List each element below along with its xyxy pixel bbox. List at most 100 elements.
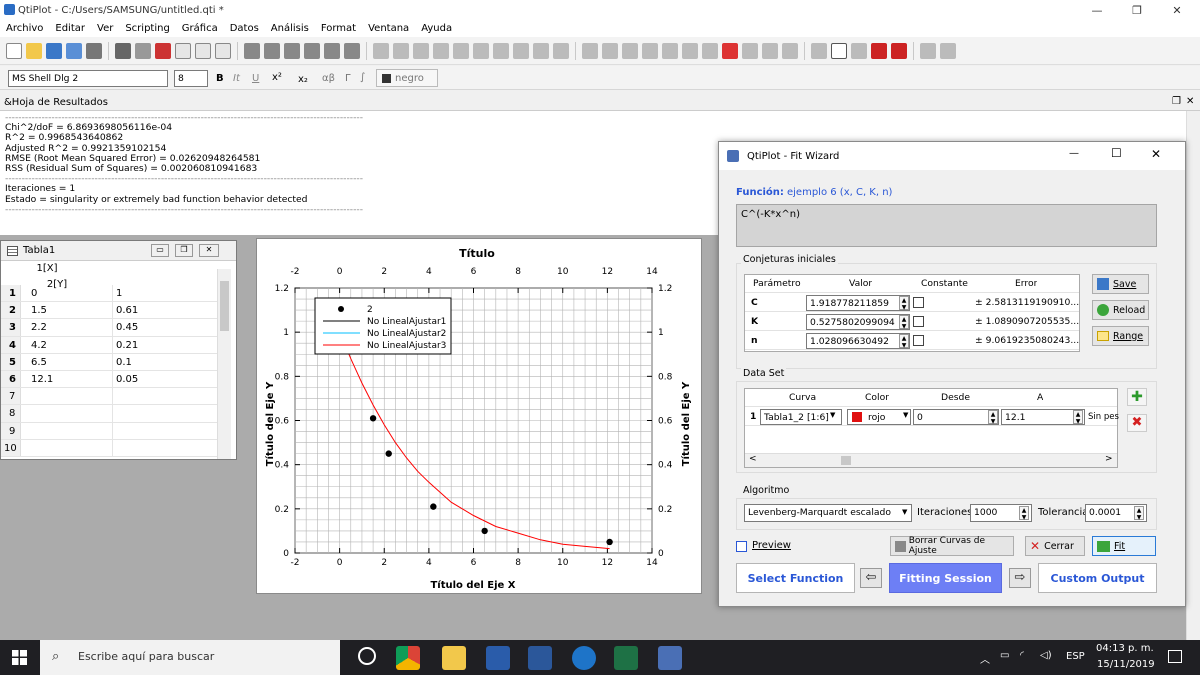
menu-scripting[interactable]: Scripting <box>119 23 175 34</box>
preview-checkbox[interactable] <box>736 541 747 552</box>
results-scrollbar[interactable] <box>1186 111 1200 235</box>
reload-button[interactable]: Reload <box>1092 300 1149 320</box>
dataset-hscrollbar[interactable]: < > <box>745 453 1117 467</box>
spin-icon[interactable]: ▲ ▼ <box>899 334 909 349</box>
spin-icon[interactable]: ▲ ▼ <box>1019 506 1029 521</box>
font-select[interactable]: MS Shell Dlg 2 <box>8 70 168 87</box>
table-row[interactable]: 9 <box>1 422 227 440</box>
paste-icon[interactable] <box>324 42 340 59</box>
close-button[interactable]: ✕ Cerrar <box>1025 536 1085 556</box>
dataset-row[interactable]: 1 Tabla1_2 [1:6] ▼ rojo ▼ 0 ▲ ▼ 12.1 ▲ ▼ S… <box>745 408 1119 426</box>
menu-format[interactable]: Format <box>315 23 362 34</box>
chrome-icon[interactable] <box>396 646 420 670</box>
table-row[interactable]: 10 <box>1 439 227 457</box>
matrix-icon[interactable] <box>195 42 211 59</box>
cortana-icon[interactable] <box>358 647 376 665</box>
col-z-icon[interactable] <box>413 42 429 59</box>
table-row[interactable]: 8 <box>1 405 227 423</box>
insert-icon[interactable] <box>782 42 798 59</box>
find-icon[interactable] <box>493 42 509 59</box>
algorithm-select[interactable]: Levenberg-Marquardt escalado <box>744 504 912 522</box>
graph-icon[interactable] <box>175 42 191 59</box>
spin-icon[interactable]: ▲ ▼ <box>988 410 998 425</box>
pointer-icon[interactable] <box>831 42 847 59</box>
underline-button[interactable]: U <box>252 73 259 84</box>
chevron-right-icon[interactable]: > <box>1105 454 1113 464</box>
fit-wizard-dialog[interactable]: QtiPlot - Fit Wizard — ☐ ✕ Función: ejem… <box>718 141 1186 607</box>
qtiplot-icon[interactable] <box>658 646 682 670</box>
minimize-icon[interactable]: — <box>1069 148 1079 159</box>
chart-legend[interactable]: 2 No LinealAjustar1 No LinealAjustar2 No… <box>314 297 452 355</box>
delete-icon[interactable] <box>344 42 360 59</box>
table-row[interactable]: 5 6.5 0.1 <box>1 353 227 371</box>
edge-icon[interactable] <box>572 646 596 670</box>
text-cursor-icon[interactable] <box>722 42 738 59</box>
save-icon[interactable] <box>46 42 62 59</box>
greek-button[interactable]: αβ <box>322 73 335 84</box>
fitting-session-button[interactable]: Fitting Session <box>889 563 1002 593</box>
close-icon[interactable]: ✕ <box>199 244 219 257</box>
move-icon[interactable] <box>811 42 827 59</box>
redo-icon[interactable] <box>264 42 280 59</box>
volume-icon[interactable]: ◁) <box>1040 650 1052 661</box>
table-row[interactable]: 2 1.5 0.61 <box>1 302 227 320</box>
integral-button[interactable]: ∫ <box>360 72 365 83</box>
add-dataset-icon[interactable]: ✚ <box>1127 388 1147 406</box>
constant-checkbox[interactable] <box>913 335 924 346</box>
battery-icon[interactable]: ▭ <box>1000 650 1009 661</box>
fit-button[interactable]: Fit <box>1092 536 1156 556</box>
data-reader-icon[interactable] <box>891 42 907 59</box>
param-row[interactable]: C 1.918778211859 ▲ ▼ ± 2.5813119190910... <box>745 294 1079 312</box>
maximize-icon[interactable]: ☐ <box>1111 146 1122 160</box>
menu-archivo[interactable]: Archivo <box>0 23 49 34</box>
spin-icon[interactable]: ▲ ▼ <box>899 296 909 311</box>
restore-icon[interactable]: ❐ <box>175 244 193 257</box>
clear-fit-curves-button[interactable]: Borrar Curvas de Ajuste <box>890 536 1014 556</box>
chevron-left-icon[interactable]: < <box>749 454 757 464</box>
constant-checkbox[interactable] <box>913 297 924 308</box>
close-icon[interactable]: ✕ <box>1154 0 1200 20</box>
table-icon[interactable] <box>86 42 102 59</box>
table-row[interactable]: 4 4.2 0.21 <box>1 336 227 354</box>
minimize-icon[interactable]: ▭ <box>151 244 169 257</box>
preview-label[interactable]: Preview <box>752 540 791 551</box>
graph-window[interactable]: -2 -2 0 0 2 2 4 4 6 6 8 8 10 10 12 12 14 14 0 0 0.2 0.2 0.4 0.4… <box>256 238 702 594</box>
menu-ventana[interactable]: Ventana <box>362 23 415 34</box>
column-header[interactable]: 1[X] <box>1 261 93 277</box>
new-icon[interactable] <box>6 42 22 59</box>
add-col-icon[interactable] <box>453 42 469 59</box>
constant-checkbox[interactable] <box>913 316 924 327</box>
table-titlebar[interactable]: Tabla1 ▭ ❐ ✕ <box>1 241 236 261</box>
crosshair-icon[interactable] <box>871 42 887 59</box>
menu-datos[interactable]: Datos <box>224 23 265 34</box>
param-value-input[interactable]: 1.028096630492 <box>806 333 910 349</box>
param-row[interactable]: n 1.028096630492 ▲ ▼ ± 9.0619235080243... <box>745 332 1079 350</box>
forward-arrow-icon[interactable]: ⇨ <box>1009 568 1031 588</box>
wifi-icon[interactable]: ◜ <box>1020 650 1024 661</box>
color-picker[interactable]: negro <box>376 69 438 87</box>
legend-icon[interactable] <box>662 42 678 59</box>
menu-analisis[interactable]: Análisis <box>265 23 315 34</box>
table-row[interactable]: 7 <box>1 388 227 406</box>
windows-start-icon[interactable] <box>12 650 27 665</box>
layer-icon[interactable] <box>582 42 598 59</box>
table-row[interactable]: 101 <box>1 285 227 303</box>
remove-dataset-icon[interactable]: ✖ <box>1127 414 1147 432</box>
col-x-icon[interactable] <box>373 42 389 59</box>
save-button[interactable]: Save <box>1092 274 1149 294</box>
image-icon[interactable] <box>742 42 758 59</box>
arrange-icon[interactable] <box>642 42 658 59</box>
spin-icon[interactable]: ▲ ▼ <box>1073 410 1083 425</box>
menu-grafica[interactable]: Gráfica <box>176 23 224 34</box>
param-value-input[interactable]: 0.5275802099094 <box>806 314 910 330</box>
table-row[interactable]: 3 2.2 0.45 <box>1 319 227 337</box>
sum-icon[interactable] <box>940 42 956 59</box>
gamma-button[interactable]: Γ <box>345 73 351 84</box>
param-row[interactable]: K 0.5275802099094 ▲ ▼ ± 1.0890907205535..… <box>745 313 1079 331</box>
table-row[interactable]: 6 12.1 0.05 <box>1 370 227 389</box>
zoom-in-icon[interactable] <box>513 42 529 59</box>
workspace-scrollbar[interactable] <box>1186 235 1200 640</box>
close-icon[interactable]: ✕ <box>1151 147 1161 161</box>
custom-output-button[interactable]: Custom Output <box>1038 563 1157 593</box>
undo-icon[interactable] <box>244 42 260 59</box>
